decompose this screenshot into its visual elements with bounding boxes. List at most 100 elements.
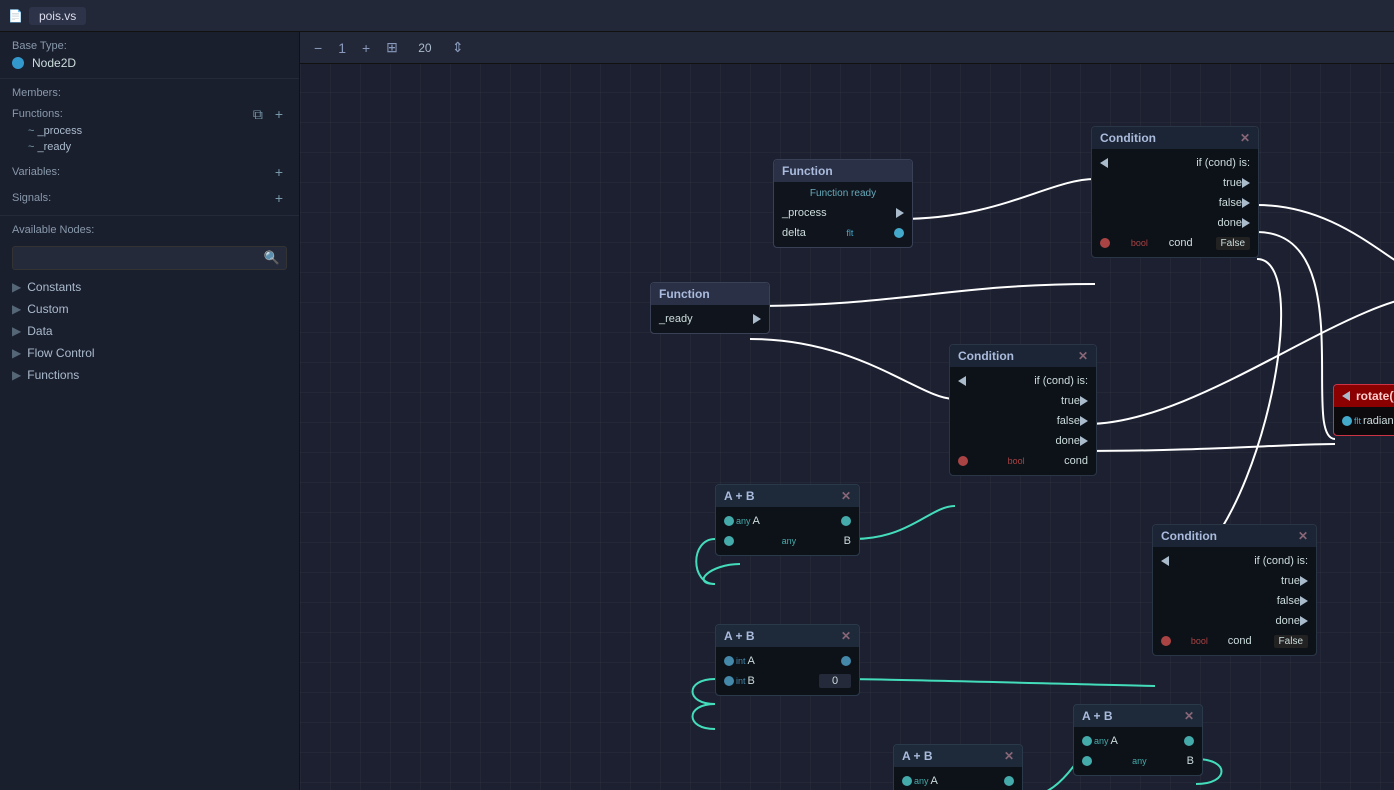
math2-b-row: int B bbox=[716, 671, 859, 691]
category-functions-label: Functions bbox=[27, 368, 79, 382]
file-name[interactable]: pois.vs bbox=[29, 7, 86, 25]
functions-header: Functions: ⧉ + bbox=[12, 105, 287, 123]
category-data[interactable]: ▶ Data bbox=[0, 320, 299, 342]
node-condition-1[interactable]: Condition ✕ if (cond) is: true false bbox=[1091, 126, 1259, 258]
zoom-out-button[interactable]: − bbox=[310, 38, 326, 58]
math1-body: any A any B bbox=[716, 507, 859, 555]
signals-header: Signals: + bbox=[12, 189, 287, 207]
math3-title: A + B bbox=[902, 749, 933, 763]
add-signal-button[interactable]: + bbox=[271, 189, 287, 207]
math4-b-row: any B bbox=[1074, 751, 1202, 771]
ready-label: _ready bbox=[659, 313, 693, 325]
file-icon: 📄 bbox=[8, 9, 23, 23]
condition2-title: Condition bbox=[958, 349, 1014, 363]
node-math-2[interactable]: A + B ✕ int A int B bbox=[715, 624, 860, 696]
condition1-close[interactable]: ✕ bbox=[1240, 132, 1250, 144]
variables-header: Variables: + bbox=[12, 163, 287, 181]
node-condition-3[interactable]: Condition ✕ if (cond) is: true false bbox=[1152, 524, 1317, 656]
ready-flow-port bbox=[753, 314, 761, 324]
condition2-done-port bbox=[1080, 436, 1088, 446]
condition2-cond-type: bool bbox=[1008, 456, 1025, 466]
members-section: Members: Functions: ⧉ + _process _ready bbox=[0, 79, 299, 216]
category-flow-control[interactable]: ▶ Flow Control bbox=[0, 342, 299, 364]
node-math-3[interactable]: A + B ✕ any A any B bbox=[893, 744, 1023, 790]
condition2-flow-in bbox=[958, 376, 966, 386]
condition3-cond-port bbox=[1161, 636, 1171, 646]
rotate2-radians-type: flt bbox=[1354, 416, 1361, 426]
math3-header: A + B ✕ bbox=[894, 745, 1022, 767]
functions-label: Functions: bbox=[12, 108, 63, 120]
condition2-true-row: true bbox=[950, 391, 1096, 411]
category-custom[interactable]: ▶ Custom bbox=[0, 298, 299, 320]
search-box: 🔍 bbox=[12, 246, 287, 270]
condition2-label-row: if (cond) is: bbox=[950, 371, 1096, 391]
math1-a-label: A bbox=[753, 515, 841, 527]
functions-actions: ⧉ + bbox=[249, 105, 287, 123]
math3-a-type: any bbox=[914, 776, 929, 786]
condition2-false-label: false bbox=[958, 415, 1080, 427]
rotate2-body: flt radians bbox=[1334, 407, 1394, 435]
zoom-in-button[interactable]: + bbox=[358, 38, 374, 58]
condition3-cond-value: False bbox=[1274, 635, 1308, 648]
condition1-cond-value: False bbox=[1216, 237, 1250, 250]
search-input[interactable] bbox=[19, 252, 264, 264]
condition2-close[interactable]: ✕ bbox=[1078, 350, 1088, 362]
condition3-done-row: done bbox=[1153, 611, 1316, 631]
functions-subsection: Functions: ⧉ + _process _ready bbox=[12, 105, 287, 155]
rotate2-header: rotate() ✕ bbox=[1334, 385, 1394, 407]
condition3-cond-row: bool cond False bbox=[1153, 631, 1316, 651]
math3-a-row: any A bbox=[894, 771, 1022, 790]
math3-close[interactable]: ✕ bbox=[1004, 750, 1014, 762]
node-function-ready[interactable]: Function _ready bbox=[650, 282, 770, 334]
condition3-body: if (cond) is: true false done bbox=[1153, 547, 1316, 655]
condition1-flow-in bbox=[1100, 158, 1108, 168]
condition3-title: Condition bbox=[1161, 529, 1217, 543]
math4-close[interactable]: ✕ bbox=[1184, 710, 1194, 722]
category-functions[interactable]: ▶ Functions bbox=[0, 364, 299, 386]
function-item-process[interactable]: _process bbox=[12, 123, 287, 139]
add-function-button[interactable]: + bbox=[271, 105, 287, 123]
math2-b-port bbox=[724, 676, 734, 686]
math4-header: A + B ✕ bbox=[1074, 705, 1202, 727]
condition2-true-label: true bbox=[958, 395, 1080, 407]
category-constants-label: Constants bbox=[27, 280, 81, 294]
condition3-false-row: false bbox=[1153, 591, 1316, 611]
condition1-false-label: false bbox=[1100, 197, 1242, 209]
node-math-1[interactable]: A + B ✕ any A any B bbox=[715, 484, 860, 556]
grid-button[interactable]: ⊞ bbox=[382, 37, 402, 58]
math2-close[interactable]: ✕ bbox=[841, 630, 851, 642]
node-function-ready-header: Function bbox=[651, 283, 769, 305]
condition2-false-row: false bbox=[950, 411, 1096, 431]
members-label: Members: bbox=[12, 87, 61, 99]
zoom-value: 20 bbox=[410, 41, 440, 55]
available-nodes-label: Available Nodes: bbox=[0, 216, 299, 240]
math3-a-label: A bbox=[931, 775, 1004, 787]
signals-subsection: Signals: + bbox=[12, 189, 287, 207]
delta-port bbox=[894, 228, 904, 238]
port-row-delta: delta flt bbox=[774, 223, 912, 243]
function-item-ready[interactable]: _ready bbox=[12, 139, 287, 155]
add-variable-button[interactable]: + bbox=[271, 163, 287, 181]
math2-b-input[interactable] bbox=[819, 674, 851, 688]
math1-header: A + B ✕ bbox=[716, 485, 859, 507]
math1-a-type: any bbox=[736, 516, 751, 526]
math2-out-port bbox=[841, 656, 851, 666]
condition3-close[interactable]: ✕ bbox=[1298, 530, 1308, 542]
math1-close[interactable]: ✕ bbox=[841, 490, 851, 502]
node-condition-2[interactable]: Condition ✕ if (cond) is: true false bbox=[949, 344, 1097, 476]
node-function-process[interactable]: Function Function ready _process delta f… bbox=[773, 159, 913, 248]
math1-b-label: B bbox=[844, 535, 851, 547]
category-constants[interactable]: ▶ Constants bbox=[0, 276, 299, 298]
math4-b-port bbox=[1082, 756, 1092, 766]
canvas-area[interactable]: − 1 + ⊞ 20 ⇕ bbox=[300, 32, 1394, 790]
node-math-4[interactable]: A + B ✕ any A any B bbox=[1073, 704, 1203, 776]
math1-b-type: any bbox=[782, 536, 797, 546]
zoom-arrow-button[interactable]: ⇕ bbox=[448, 37, 468, 58]
node-rotate-2[interactable]: rotate() ✕ flt radians bbox=[1333, 384, 1394, 436]
math4-a-port bbox=[1082, 736, 1092, 746]
condition3-done-port bbox=[1300, 616, 1308, 626]
condition3-true-row: true bbox=[1153, 571, 1316, 591]
copy-function-button[interactable]: ⧉ bbox=[249, 105, 267, 123]
condition1-label-row: if (cond) is: bbox=[1092, 153, 1258, 173]
zoom-reset-button[interactable]: 1 bbox=[334, 38, 350, 58]
